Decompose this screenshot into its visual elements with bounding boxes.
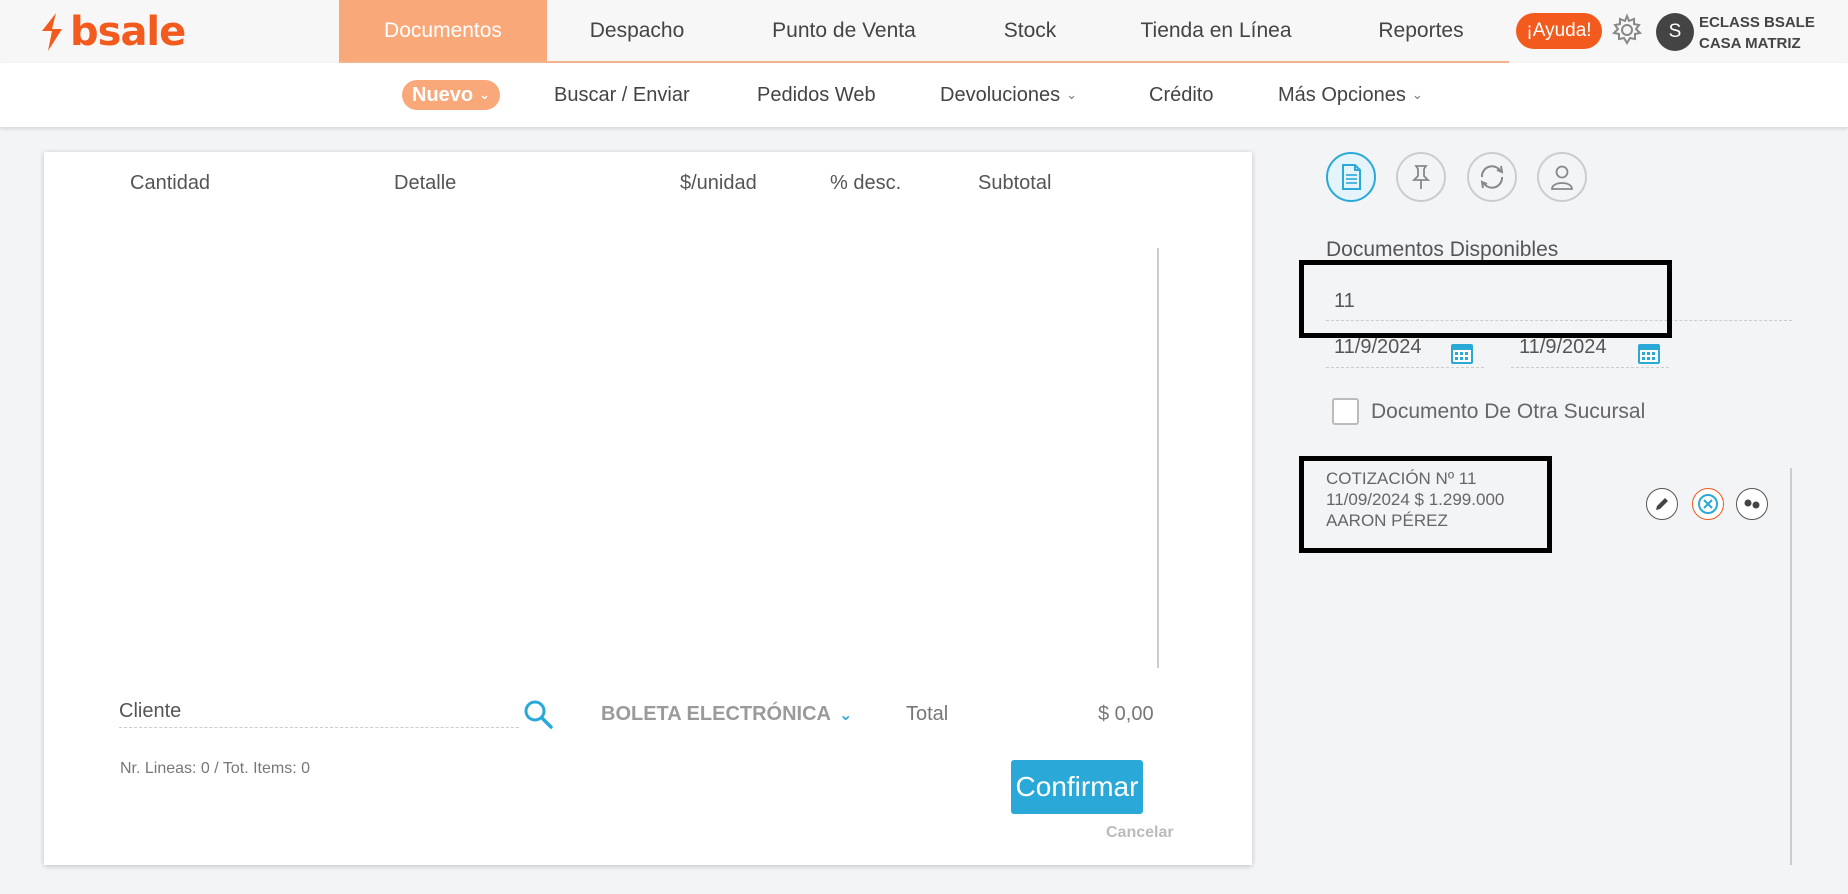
sub-nav: Nuevo ⌄ Buscar / Enviar Pedidos Web Devo… bbox=[0, 63, 1848, 127]
main-nav: Documentos Despacho Punto de Venta Stock… bbox=[339, 0, 1509, 63]
subnav-nuevo-label: Nuevo bbox=[412, 83, 474, 106]
total-value: $ 0,00 bbox=[1098, 703, 1154, 725]
calendar-icon[interactable] bbox=[1636, 340, 1662, 366]
edit-button[interactable] bbox=[1646, 488, 1678, 520]
user-name: ECLASS BSALE bbox=[1699, 14, 1815, 31]
document-type-label: BOLETA ELECTRÓNICA bbox=[601, 703, 831, 725]
discount-button[interactable] bbox=[1736, 488, 1768, 520]
other-branch-checkbox[interactable] bbox=[1332, 398, 1359, 425]
subnav-pedidos-web[interactable]: Pedidos Web bbox=[757, 80, 876, 110]
document-type-select[interactable]: BOLETA ELECTRÓNICA ⌄ bbox=[601, 703, 852, 726]
subnav-credito-label: Crédito bbox=[1149, 83, 1214, 106]
user-tab[interactable] bbox=[1537, 152, 1587, 202]
pin-icon bbox=[1411, 165, 1431, 189]
subnav-pedidos-label: Pedidos Web bbox=[757, 83, 876, 106]
subnav-mas-opciones[interactable]: Más Opciones ⌄ bbox=[1278, 80, 1423, 110]
nav-item-reportes[interactable]: Reportes bbox=[1333, 0, 1509, 61]
search-icon[interactable] bbox=[522, 698, 554, 730]
subnav-buscar-enviar[interactable]: Buscar / Enviar bbox=[554, 80, 690, 110]
refresh-tab[interactable] bbox=[1467, 152, 1517, 202]
column-unit-price: $/unidad bbox=[680, 172, 757, 194]
nav-item-stock[interactable]: Stock bbox=[961, 0, 1099, 61]
gear-icon[interactable] bbox=[1610, 13, 1644, 47]
subnav-mas-label: Más Opciones bbox=[1278, 83, 1406, 106]
highlight-number bbox=[1299, 260, 1672, 338]
subnav-nuevo[interactable]: Nuevo ⌄ bbox=[402, 80, 501, 110]
user-info[interactable]: ECLASS BSALE CASA MATRIZ bbox=[1699, 12, 1815, 54]
subnav-devoluciones[interactable]: Devoluciones ⌄ bbox=[940, 80, 1077, 110]
nav-item-punto-de-venta[interactable]: Punto de Venta bbox=[727, 0, 961, 61]
other-branch-label: Documento De Otra Sucursal bbox=[1371, 400, 1646, 423]
chevron-down-icon: ⌄ bbox=[839, 706, 853, 724]
chevron-down-icon: ⌄ bbox=[1066, 87, 1077, 102]
subnav-buscar-label: Buscar / Enviar bbox=[554, 83, 690, 106]
documents-tab[interactable] bbox=[1326, 152, 1376, 202]
client-input[interactable]: Cliente bbox=[119, 698, 519, 728]
top-bar: bsale Documentos Despacho Punto de Venta… bbox=[0, 0, 1848, 63]
available-documents-title: Documentos Disponibles bbox=[1326, 238, 1559, 261]
bsale-logo-icon bbox=[42, 13, 62, 51]
column-discount: % desc. bbox=[830, 172, 902, 194]
help-button[interactable]: ¡Ayuda! bbox=[1516, 13, 1602, 49]
logo-text: bsale bbox=[70, 9, 186, 55]
user-icon bbox=[1551, 165, 1573, 190]
cancel-icon bbox=[1698, 494, 1718, 514]
chevron-down-icon: ⌄ bbox=[479, 87, 491, 102]
total-label: Total bbox=[906, 703, 949, 725]
refresh-icon bbox=[1480, 165, 1504, 189]
pin-tab[interactable] bbox=[1396, 152, 1446, 202]
subnav-credito[interactable]: Crédito bbox=[1149, 80, 1213, 110]
chevron-down-icon: ⌄ bbox=[1411, 87, 1423, 102]
nav-item-despacho[interactable]: Despacho bbox=[547, 0, 727, 61]
calendar-icon[interactable] bbox=[1449, 340, 1475, 366]
edit-icon bbox=[1656, 498, 1668, 510]
column-subtotal: Subtotal bbox=[978, 172, 1052, 194]
panel-divider bbox=[1790, 468, 1792, 865]
subnav-devoluciones-label: Devoluciones bbox=[940, 83, 1061, 106]
highlight-quote bbox=[1299, 456, 1552, 553]
bsale-logo[interactable]: bsale bbox=[38, 9, 186, 55]
nav-item-documentos[interactable]: Documentos bbox=[339, 0, 547, 61]
cancel-button[interactable] bbox=[1692, 488, 1724, 520]
avatar[interactable]: S bbox=[1656, 13, 1694, 51]
cancel-link[interactable]: Cancelar bbox=[1106, 824, 1174, 842]
percent-icon bbox=[1744, 499, 1760, 509]
scroll-divider bbox=[1157, 248, 1159, 668]
column-cantidad: Cantidad bbox=[130, 172, 211, 194]
document-icon bbox=[1342, 164, 1361, 190]
lines-info: Nr. Lineas: 0 / Tot. Items: 0 bbox=[120, 760, 311, 777]
branch-name: CASA MATRIZ bbox=[1699, 35, 1801, 52]
column-detalle: Detalle bbox=[394, 172, 457, 194]
confirm-button[interactable]: Confirmar bbox=[1011, 760, 1143, 814]
nav-item-tienda-en-linea[interactable]: Tienda en Línea bbox=[1099, 0, 1333, 61]
document-card: Cantidad Detalle $/unidad % desc. Subtot… bbox=[44, 152, 1252, 865]
